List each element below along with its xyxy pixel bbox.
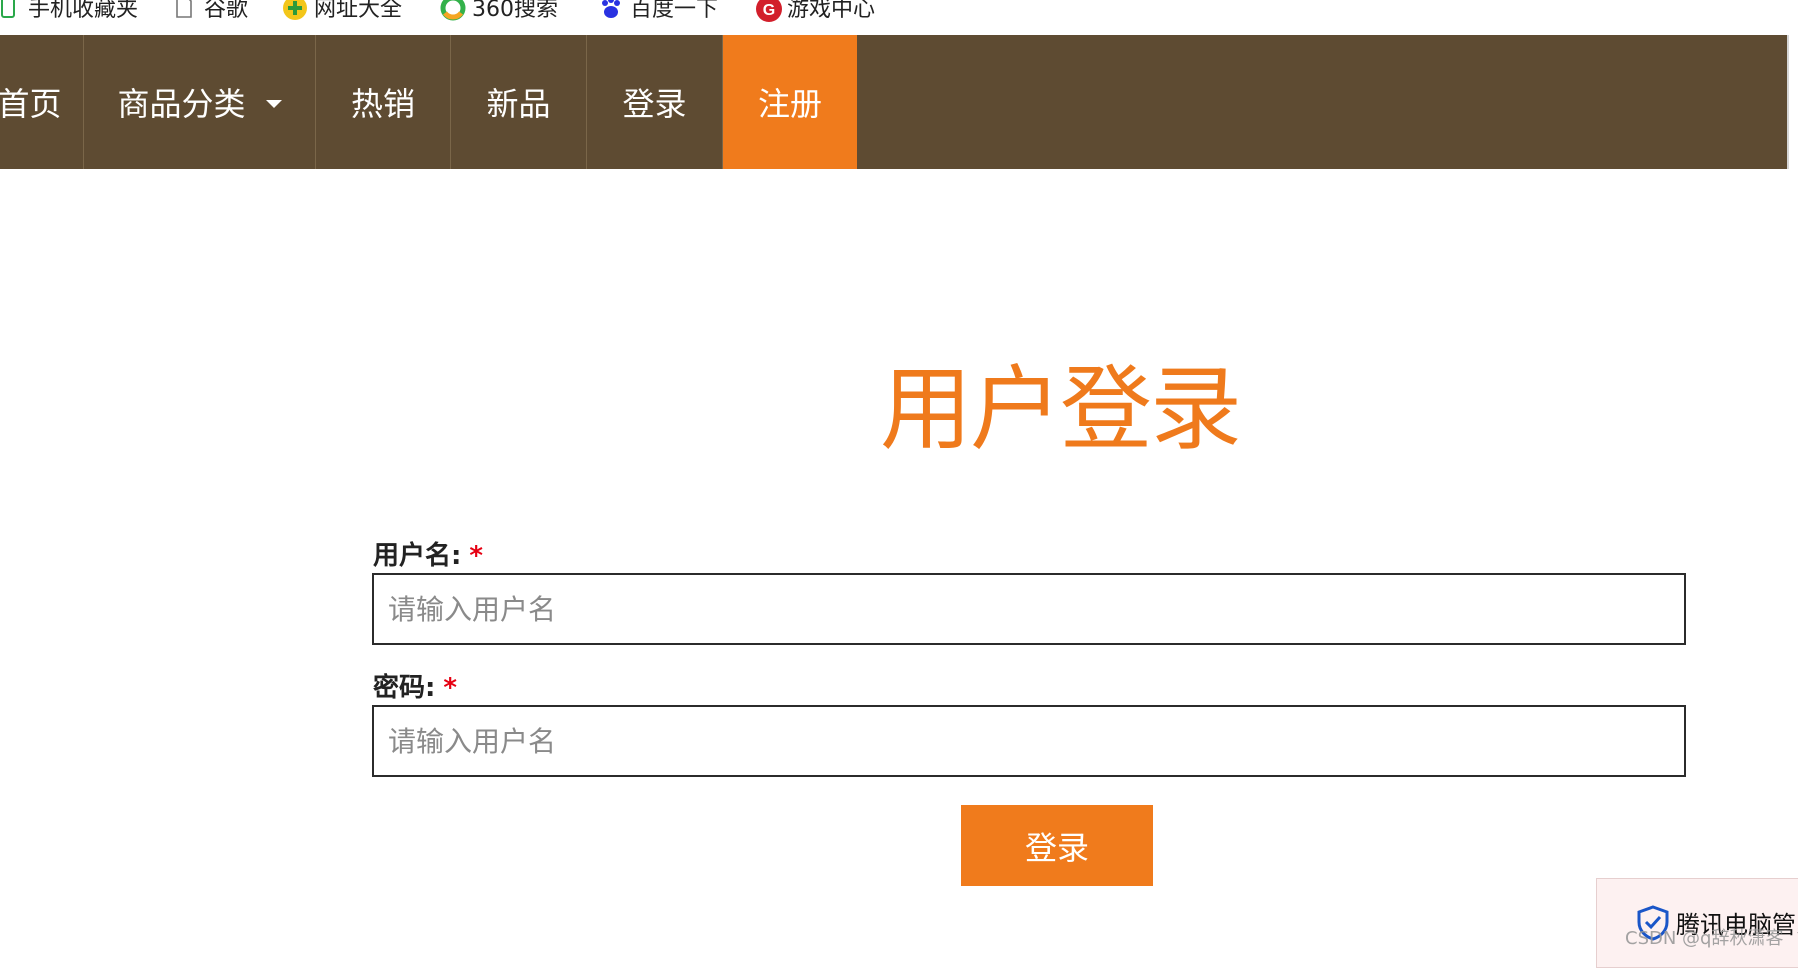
watermark: CSDN @q辞秋潇客 [1625, 928, 1784, 949]
caret-down-icon [265, 100, 282, 108]
svg-text:G: G [763, 2, 775, 19]
required-mark: * [469, 541, 484, 571]
nav-register-label: 注册 [757, 85, 822, 123]
page-icon [172, 0, 196, 19]
bookmarks-bar: 手机收藏夹 谷歌 网址大全 360搜索 百度一下 G 游戏中心 [0, 0, 1798, 35]
nav-login[interactable]: 登录 [587, 35, 723, 169]
bookmark-label: 百度一下 [630, 0, 719, 22]
nav-categories[interactable]: 商品分类 [84, 35, 316, 169]
username-label: 用户名: * [373, 535, 483, 572]
password-label: 密码: * [373, 667, 457, 704]
bookmark-url-directory[interactable]: 网址大全 [282, 0, 402, 22]
nav-register[interactable]: 注册 [723, 35, 857, 169]
nav-hot[interactable]: 热销 [316, 35, 451, 169]
phone-icon [0, 0, 20, 19]
plus-circle-icon [282, 0, 307, 20]
game-icon: G [755, 0, 782, 22]
scrollbar[interactable] [1787, 35, 1798, 169]
password-label-text: 密码: [373, 673, 436, 703]
nav-categories-label: 商品分类 [117, 85, 246, 123]
nav-home[interactable]: 首页 [0, 35, 84, 169]
bookmark-label: 谷歌 [204, 0, 249, 22]
username-label-text: 用户名: [373, 541, 462, 571]
bookmark-baidu[interactable]: 百度一下 [598, 0, 718, 22]
bookmark-phone-favorites[interactable]: 手机收藏夹 [0, 0, 138, 22]
bookmark-label: 360搜索 [472, 0, 558, 22]
page-title: 用户登录 [880, 356, 1242, 463]
bookmark-game-center[interactable]: G 游戏中心 [755, 0, 875, 22]
nav-new[interactable]: 新品 [451, 35, 587, 169]
bookmark-google[interactable]: 谷歌 [172, 0, 248, 22]
bookmark-label: 游戏中心 [787, 0, 876, 22]
nav-hot-label: 热销 [350, 85, 415, 123]
username-input[interactable] [372, 573, 1686, 645]
login-button[interactable]: 登录 [961, 805, 1153, 886]
bookmark-label: 手机收藏夹 [28, 0, 139, 22]
bookmark-label: 网址大全 [314, 0, 403, 22]
main-navbar: 首页 商品分类 热销 新品 登录 注册 [0, 35, 1787, 169]
360-icon [440, 0, 466, 21]
nav-login-label: 登录 [622, 85, 687, 123]
bookmark-360-search[interactable]: 360搜索 [440, 0, 558, 22]
required-mark: * [443, 673, 458, 703]
nav-home-label: 首页 [0, 85, 62, 123]
password-input[interactable] [372, 705, 1686, 777]
nav-new-label: 新品 [486, 85, 551, 123]
baidu-paw-icon [598, 0, 622, 19]
